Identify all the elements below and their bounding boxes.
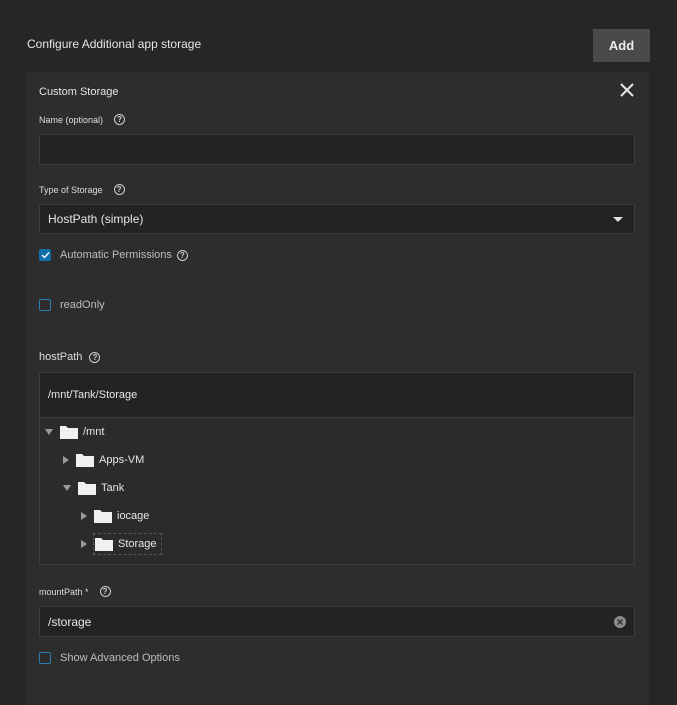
storage-type-label-row: Type of Storage ? [39, 184, 125, 195]
tree-node-label: /mnt [83, 426, 105, 438]
app-storage-page: Configure Additional app storage Add Cus… [0, 0, 677, 705]
expand-arrow-icon[interactable] [45, 429, 53, 435]
host-path-input[interactable]: /mnt/Tank/Storage [40, 373, 634, 418]
chevron-down-icon [613, 217, 623, 222]
folder-icon [78, 482, 96, 495]
custom-storage-card: Custom Storage Name (optional) ? Type of… [26, 72, 649, 705]
advanced-options-row[interactable]: Show Advanced Options [39, 652, 180, 664]
card-title: Custom Storage [39, 86, 119, 98]
close-icon [617, 619, 623, 625]
help-icon[interactable]: ? [176, 249, 188, 261]
clear-icon[interactable] [614, 616, 626, 628]
mount-path-label-row: mountPath * ? [39, 586, 111, 597]
name-label-row: Name (optional) ? [39, 114, 126, 125]
host-path-explorer: /mnt/Tank/Storage /mnt Apps-VM Tank ioca… [39, 372, 635, 565]
storage-type-value: HostPath (simple) [48, 212, 144, 226]
tree-node-label: Storage [118, 538, 157, 550]
host-path-label-row: hostPath ? [39, 351, 101, 363]
expand-arrow-icon[interactable] [81, 540, 87, 548]
tree-node-label: Apps-VM [99, 454, 145, 466]
help-icon[interactable]: ? [113, 184, 125, 195]
read-only-label: readOnly [60, 299, 105, 311]
folder-icon [94, 510, 112, 523]
checkmark-icon [41, 252, 50, 259]
folder-icon [76, 454, 94, 467]
tree-node-tank[interactable]: Tank [63, 477, 124, 499]
tree-node-iocage[interactable]: iocage [81, 505, 149, 527]
storage-type-label: Type of Storage [39, 184, 103, 195]
folder-icon [60, 426, 78, 439]
auto-permissions-label: Automatic Permissions [60, 249, 172, 261]
add-button[interactable]: Add [593, 29, 650, 62]
tree-node-apps-vm[interactable]: Apps-VM [63, 449, 144, 471]
storage-type-select[interactable]: HostPath (simple) [39, 204, 635, 234]
read-only-checkbox[interactable] [39, 299, 51, 311]
mount-path-label: mountPath * [39, 586, 89, 597]
expand-arrow-icon[interactable] [63, 456, 69, 464]
mount-path-value: /storage [48, 614, 92, 629]
folder-icon [95, 538, 113, 551]
tree-node-selected-label[interactable]: Storage [93, 533, 162, 555]
mount-path-input[interactable]: /storage [39, 606, 635, 637]
name-label: Name (optional) [39, 114, 104, 125]
help-icon[interactable]: ? [89, 351, 101, 363]
read-only-row[interactable]: readOnly [39, 299, 105, 311]
host-path-label: hostPath [39, 351, 83, 363]
tree-node-label: iocage [117, 510, 150, 522]
section-title: Configure Additional app storage [27, 37, 202, 51]
advanced-options-checkbox[interactable] [39, 652, 51, 664]
help-icon[interactable]: ? [99, 586, 111, 597]
advanced-options-label: Show Advanced Options [60, 652, 180, 664]
expand-arrow-icon[interactable] [81, 512, 87, 520]
close-button[interactable] [618, 81, 636, 99]
expand-arrow-icon[interactable] [63, 485, 71, 491]
auto-permissions-checkbox[interactable] [39, 249, 51, 261]
help-icon[interactable]: ? [114, 114, 126, 125]
tree-node-label: Tank [101, 482, 125, 494]
tree-node-mnt[interactable]: /mnt [45, 421, 104, 443]
tree-node-storage[interactable]: Storage [81, 533, 162, 555]
name-input[interactable] [39, 134, 635, 165]
close-icon [620, 83, 634, 97]
auto-permissions-row[interactable]: Automatic Permissions ? [39, 249, 188, 261]
